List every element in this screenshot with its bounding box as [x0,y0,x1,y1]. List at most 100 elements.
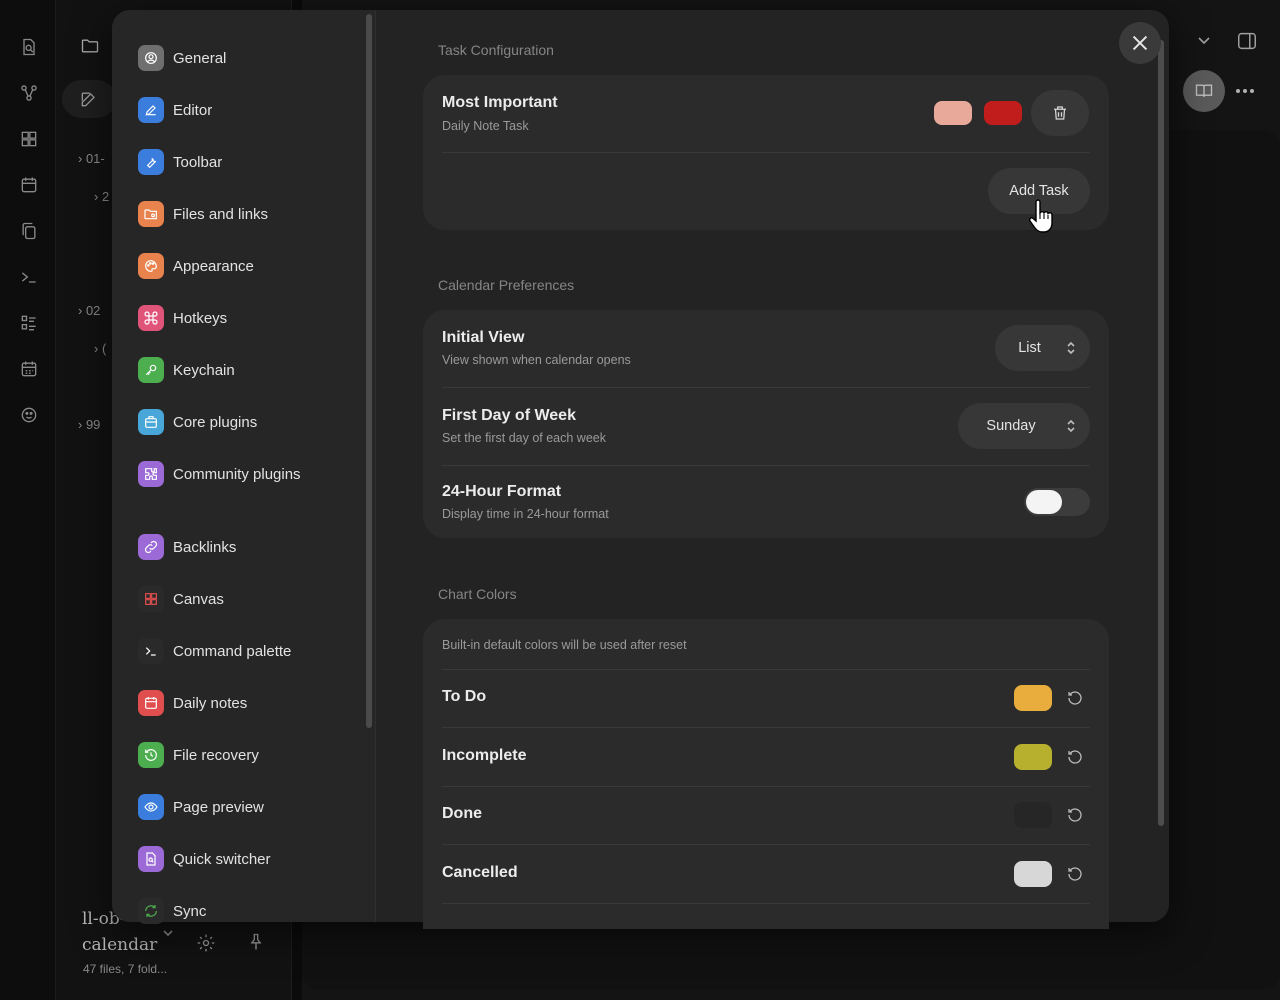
list-icon[interactable] [18,312,40,334]
task-color-swatch-primary[interactable] [934,101,972,125]
task-title: Most Important [442,94,558,111]
key-icon [138,357,164,383]
chart-color-swatch[interactable] [1014,743,1052,770]
pin-icon[interactable] [246,932,266,957]
settings-nav-label: Keychain [173,361,235,379]
settings-nav-label: Hotkeys [173,309,228,327]
initial-view-value: List [1018,340,1041,356]
content-scrollbar[interactable] [1158,40,1164,826]
settings-nav-core-plugins[interactable]: Core plugins [138,406,257,438]
reset-icon[interactable] [1066,748,1084,771]
settings-nav-label: Canvas [173,590,224,608]
settings-nav-label: Appearance [173,257,254,275]
sidebar-toggle-icon[interactable] [1236,30,1258,57]
reading-view-button[interactable] [1183,70,1225,112]
more-options-icon[interactable] [1236,80,1257,98]
smiley-icon[interactable] [18,404,40,426]
link-icon [138,534,164,560]
tree-folder-item[interactable]: › 02 [78,303,100,318]
chart-colors-note: Built-in default colors will be used aft… [442,638,687,652]
history-icon [138,742,164,768]
palette-icon [138,253,164,279]
settings-nav-backlinks[interactable]: Backlinks [138,531,236,563]
chevron-down-icon[interactable] [1196,32,1212,53]
chart-color-swatch[interactable] [1014,685,1052,711]
reset-icon[interactable] [1066,806,1084,829]
settings-nav-editor[interactable]: Editor [138,94,212,126]
tree-folder-item[interactable]: › 2 [94,189,109,204]
chart-color-label: Cancelled [442,863,518,881]
left-ribbon [0,0,56,1000]
trash-icon [1054,106,1066,120]
command-icon [138,305,164,331]
task-color-swatch-secondary[interactable] [984,101,1022,125]
chart-color-label: To Do [442,688,487,705]
user-circle-icon [138,45,164,71]
gear-icon[interactable] [196,933,216,958]
initial-view-select[interactable]: List [995,325,1090,371]
first-day-select[interactable]: Sunday [958,403,1090,449]
settings-nav-hotkeys[interactable]: Hotkeys [138,302,227,334]
settings-nav-label: Page preview [173,798,264,816]
divider [442,465,1090,466]
delete-task-button[interactable] [1031,90,1089,136]
settings-nav-keychain[interactable]: Keychain [138,354,235,386]
terminal-icon[interactable] [18,266,40,288]
settings-nav-file-recovery[interactable]: File recovery [138,739,259,771]
settings-nav-sync[interactable]: Sync [138,895,206,927]
chart-color-swatch[interactable] [1014,860,1052,887]
hour-format-toggle[interactable] [1024,488,1090,516]
settings-nav-appearance[interactable]: Appearance [138,250,254,282]
settings-nav-canvas[interactable]: Canvas [138,583,224,615]
tree-folder-item[interactable]: › ( [94,341,106,356]
reset-icon[interactable] [1066,865,1084,888]
close-button[interactable] [1119,22,1161,64]
settings-nav-files-and-links[interactable]: Files and links [138,198,268,230]
calendar-grid-icon[interactable] [18,358,40,380]
divider [442,844,1090,846]
settings-nav-command-palette[interactable]: Command palette [138,635,291,667]
dashboard-icon[interactable] [18,128,40,150]
calendar-preferences-card: Initial View View shown when calendar op… [423,310,1109,538]
settings-nav-label: Daily notes [173,694,248,712]
reset-icon[interactable] [1066,689,1084,712]
pen-icon [138,97,164,123]
sidebar-scrollbar[interactable] [366,14,372,728]
layout-grid-icon [138,586,164,612]
hand-cursor-icon [1028,199,1054,240]
folder-icon[interactable] [80,36,100,61]
file-search-icon[interactable] [18,36,40,58]
calendar-icon[interactable] [18,174,40,196]
settings-nav-quick-switcher[interactable]: Quick switcher [138,843,271,875]
copy-icon[interactable] [18,220,40,242]
tree-folder-item[interactable]: › 01- [78,151,105,166]
new-note-button[interactable] [62,80,116,118]
settings-nav-label: General [173,49,227,67]
first-day-description: Set the first day of each week [442,431,606,445]
divider [442,387,1090,388]
task-description: Daily Note Task [442,119,529,133]
plugin-box-icon [138,409,164,435]
close-icon [1132,35,1148,51]
settings-nav-general[interactable]: General [138,42,226,74]
settings-nav-community-plugins[interactable]: Community plugins [138,458,301,490]
vault-stats: 47 files, 7 fold... [83,962,168,976]
section-title-chart-colors: Chart Colors [438,586,517,602]
settings-nav-label: Command palette [173,642,292,660]
settings-nav-label: Toolbar [173,153,223,171]
eye-icon [138,794,164,820]
settings-nav-toolbar[interactable]: Toolbar [138,146,222,178]
chart-color-swatch[interactable] [1014,802,1052,829]
toggle-knob [1026,490,1062,514]
settings-nav-page-preview[interactable]: Page preview [138,791,264,823]
graph-icon[interactable] [18,82,40,104]
divider [442,152,1090,153]
terminal-icon [138,638,164,664]
chevron-down-icon[interactable] [162,926,174,944]
settings-nav-daily-notes[interactable]: Daily notes [138,687,247,719]
wrench-icon [138,149,164,175]
tree-folder-item[interactable]: › 99 [78,417,100,432]
chart-color-label: Incomplete [442,746,527,764]
settings-nav-label: Backlinks [173,538,237,556]
first-day-title: First Day of Week [442,407,576,424]
